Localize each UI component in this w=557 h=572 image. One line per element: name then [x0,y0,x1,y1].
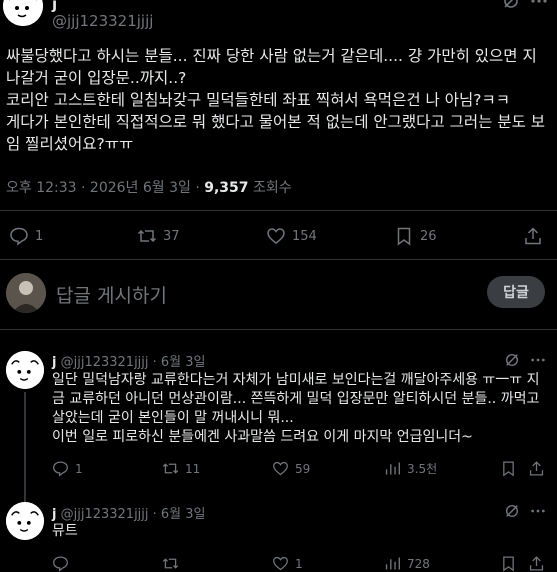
tweet-text: 싸불당했다고 하시는 분들... 진짜 당한 사람 없는거 같은데.... 걍 … [6,47,546,153]
reply-action[interactable]: 1 [52,460,83,477]
grok-icon[interactable] [504,352,520,368]
bookmark-count: 26 [420,228,437,244]
reply-input[interactable]: 답글 게시하기 [56,281,466,308]
like-action[interactable]: 59 [272,460,310,477]
views-icon [384,555,401,572]
reply-count: 1 [35,228,44,244]
reply-text: 뮤트 [52,523,78,539]
reply-handle-date[interactable]: @jjj123321jjjj · 6월 3일 [61,355,206,370]
divider [0,329,557,330]
reply-submit-button[interactable]: 답글 [487,276,545,308]
like-count: 1 [295,556,303,571]
reply-icon [52,555,69,572]
retweet-action[interactable]: 37 [137,226,180,246]
like-count: 154 [292,228,317,244]
reply-handle-date[interactable]: @jjj123321jjjj · 6월 3일 [61,507,206,522]
retweet-icon [162,460,179,477]
more-icon[interactable] [530,503,546,519]
reply-author-avatar[interactable] [6,502,44,540]
like-action[interactable]: 154 [266,226,317,246]
like-icon [272,460,289,477]
bookmark-icon[interactable] [500,460,517,477]
reply-header: j @jjj123321jjjj · 6월 3일 [52,503,206,522]
share-icon[interactable] [528,460,545,477]
tweet-views-label: 조회수 [248,180,292,196]
reply-author-name[interactable]: j [52,507,56,522]
views-action[interactable]: 728 [384,555,430,572]
retweet-action[interactable] [162,555,185,572]
reply-text: 일단 밀덕남자랑 교류한다는거 자체가 남미새로 보인다는걸 깨달아주세용 ㅠ一… [52,372,540,445]
bookmark-icon [394,226,414,246]
share-icon[interactable] [528,555,545,572]
retweet-icon [137,226,157,246]
reply-author-avatar[interactable] [6,351,44,389]
reply-icon [52,460,69,477]
bookmark-action[interactable]: 26 [394,226,437,246]
reply-author-name[interactable]: j [52,355,56,370]
tweet-views-count: 9,357 [204,180,249,196]
author-handle[interactable]: @jjj123321jjjj [52,12,153,30]
author-avatar[interactable] [3,0,43,26]
like-count: 59 [295,461,311,476]
tweet-timestamp[interactable]: 오후 12:33 · 2026년 6월 3일 · [6,180,204,196]
more-icon[interactable] [530,0,548,10]
reply-action[interactable]: 1 [9,226,43,246]
retweet-count: 37 [163,228,180,244]
grok-icon[interactable] [502,0,520,10]
divider [0,210,557,211]
user-avatar[interactable] [6,273,46,313]
like-action[interactable]: 1 [272,555,303,572]
reply-header: j @jjj123321jjjj · 6월 3일 [52,351,206,370]
like-icon [272,555,289,572]
retweet-count: 11 [185,461,201,476]
share-icon[interactable] [523,226,543,246]
views-action[interactable]: 3.5천 [384,460,437,477]
views-count: 728 [407,556,430,571]
thread-line [24,392,26,502]
views-count: 3.5천 [407,462,438,476]
reply-icon [9,226,29,246]
more-icon[interactable] [530,352,546,368]
views-icon [384,460,401,477]
reply-count: 1 [75,461,83,476]
retweet-action[interactable]: 11 [162,460,200,477]
bookmark-icon[interactable] [500,555,517,572]
divider [0,259,557,260]
tweet-meta: 오후 12:33 · 2026년 6월 3일 · 9,357 조회수 [6,177,292,197]
like-icon [266,226,286,246]
retweet-icon [162,555,179,572]
grok-icon[interactable] [504,503,520,519]
reply-action[interactable] [52,555,75,572]
